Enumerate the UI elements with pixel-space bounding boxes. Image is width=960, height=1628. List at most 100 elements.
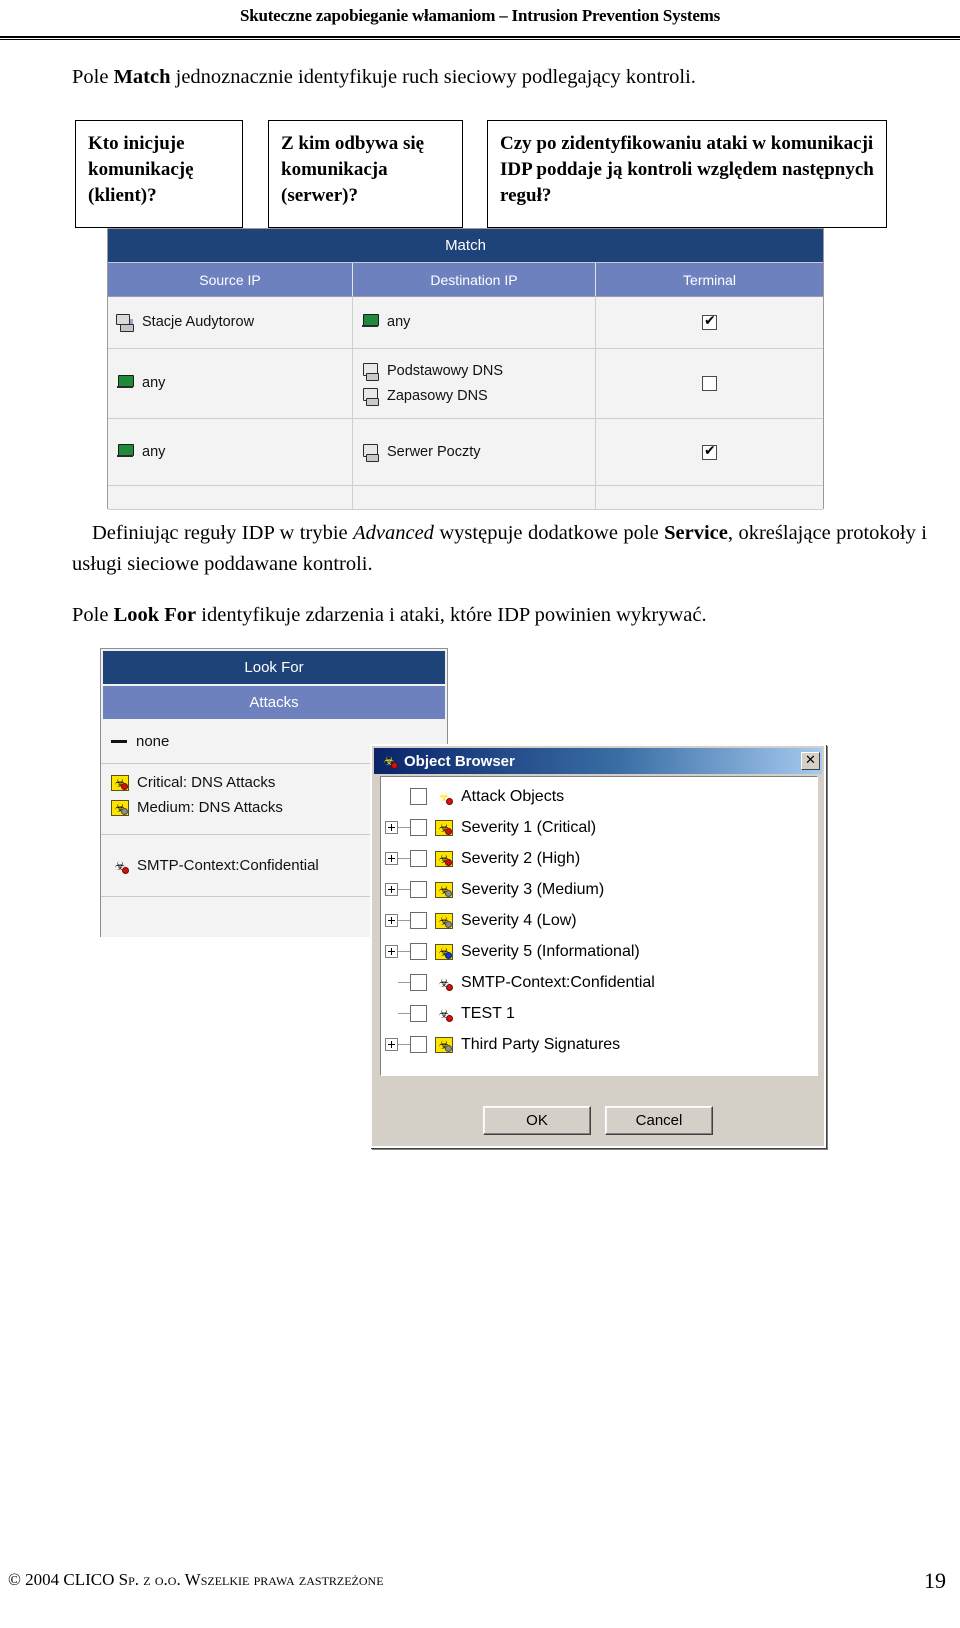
callout-text: Kto inicjuje komunikację (klient)? <box>88 133 194 206</box>
column-header-destination-ip[interactable]: Destination IP <box>353 263 596 297</box>
tree-checkbox[interactable] <box>410 974 427 991</box>
cancel-button[interactable]: Cancel <box>605 1105 713 1135</box>
entry-label: Stacje Audytorow <box>142 314 255 330</box>
callout-box-client: Kto inicjuje komunikację (klient)? <box>75 120 243 228</box>
cell-terminal-empty[interactable] <box>596 486 823 509</box>
expand-icon[interactable] <box>385 945 398 958</box>
entry-label: Serwer Poczty <box>387 443 481 460</box>
attack-object-icon: ☣ <box>111 858 129 874</box>
attack-severity-icon: ☣ <box>435 1036 453 1053</box>
paragraph-match-intro: Pole Match jednoznacznie identyfikuje ru… <box>72 62 902 93</box>
tree-line <box>398 858 410 859</box>
list-item: Zapasowy DNS <box>361 386 587 407</box>
paragraph-lookfor: Pole Look For identyfikuje zdarzenia i a… <box>72 600 927 631</box>
cell-terminal[interactable] <box>596 419 823 485</box>
tree-node-severity-2[interactable]: ☣ Severity 2 (High) <box>385 843 817 874</box>
tree-node-label: Severity 3 (Medium) <box>461 880 605 898</box>
table-row[interactable]: Stacje Audytorow any <box>108 297 823 349</box>
column-header-terminal[interactable]: Terminal <box>596 263 823 297</box>
text-italic-advanced: Advanced <box>353 522 434 544</box>
tree-line <box>398 889 410 890</box>
table-row[interactable]: any Serwer Poczty <box>108 419 823 486</box>
cell-terminal[interactable] <box>596 349 823 418</box>
tree-line <box>398 827 410 828</box>
column-header-source-ip[interactable]: Source IP <box>108 263 353 297</box>
table-row-empty[interactable] <box>108 486 823 510</box>
attack-objects-tree[interactable]: ☣ Attack Objects ☣ Severity 1 (Critical)… <box>380 776 818 1076</box>
cell-source-ip[interactable]: Stacje Audytorow <box>108 297 353 348</box>
tree-checkbox[interactable] <box>410 788 427 805</box>
tree-node-severity-5[interactable]: ☣ Severity 5 (Informational) <box>385 936 817 967</box>
tree-checkbox[interactable] <box>410 943 427 960</box>
list-item: any <box>116 373 344 394</box>
tree-checkbox[interactable] <box>410 1005 427 1022</box>
expand-icon[interactable] <box>385 883 398 896</box>
list-item: any <box>361 312 587 333</box>
list-item: any <box>116 442 344 463</box>
callout-text: Z kim odbywa się komunikacja (serwer)? <box>281 133 425 206</box>
network-icon <box>116 375 135 392</box>
cell-source-ip[interactable]: any <box>108 419 353 485</box>
tree-node-label: Severity 5 (Informational) <box>461 942 640 960</box>
cell-destination-ip[interactable]: any <box>353 297 596 348</box>
tree-line <box>398 951 410 952</box>
callout-box-server: Z kim odbywa się komunikacja (serwer)? <box>268 120 463 228</box>
terminal-checkbox[interactable] <box>702 442 717 460</box>
tree-node-label: Severity 4 (Low) <box>461 911 577 929</box>
cell-terminal[interactable] <box>596 297 823 348</box>
dialog-button-row: OK Cancel <box>372 1100 824 1140</box>
tree-checkbox[interactable] <box>410 881 427 898</box>
host-icon <box>361 387 380 406</box>
tree-checkbox[interactable] <box>410 912 427 929</box>
tree-node-severity-1[interactable]: ☣ Severity 1 (Critical) <box>385 812 817 843</box>
tree-node-test-1[interactable]: ☣ TEST 1 <box>385 998 817 1029</box>
look-for-subtitle-text: Attacks <box>249 694 299 711</box>
entry-label: Zapasowy DNS <box>387 387 488 404</box>
attack-severity-icon: ☣ <box>435 819 453 836</box>
cell-source-ip-empty[interactable] <box>108 486 353 509</box>
cell-destination-ip-empty[interactable] <box>353 486 596 509</box>
host-icon <box>361 443 380 462</box>
item-label: Critical: DNS Attacks <box>137 774 276 791</box>
network-icon <box>361 314 380 331</box>
close-icon[interactable]: ✕ <box>801 752 820 770</box>
cell-destination-ip[interactable]: Podstawowy DNS Zapasowy DNS <box>353 349 596 418</box>
dialog-title-bar[interactable]: ☣ Object Browser ✕ <box>374 748 822 774</box>
expand-icon[interactable] <box>385 914 398 927</box>
expand-icon[interactable] <box>385 821 398 834</box>
tree-node-severity-4[interactable]: ☣ Severity 4 (Low) <box>385 905 817 936</box>
list-item[interactable]: ☣ SMTP-Context:Confidential <box>111 853 319 878</box>
host-group-icon <box>116 314 135 332</box>
terminal-checkbox[interactable] <box>702 376 717 391</box>
ok-button[interactable]: OK <box>483 1105 591 1135</box>
expand-icon[interactable] <box>385 1038 398 1051</box>
text-pre: Pole <box>72 604 114 626</box>
look-for-title-bar: Look For <box>103 651 445 684</box>
attack-severity-icon: ☣ <box>111 774 129 791</box>
tree-checkbox[interactable] <box>410 850 427 867</box>
cell-destination-ip[interactable]: Serwer Poczty <box>353 419 596 485</box>
tree-node-severity-3[interactable]: ☣ Severity 3 (Medium) <box>385 874 817 905</box>
look-for-subtitle-bar[interactable]: Attacks <box>103 686 445 719</box>
tree-node-label: SMTP-Context:Confidential <box>461 973 655 991</box>
tree-node-third-party-signatures[interactable]: ☣ Third Party Signatures <box>385 1029 817 1060</box>
callout-text: Czy po zidentyfikowaniu ataki w komunika… <box>500 133 874 206</box>
text-mid: występuje dodatkowe pole <box>433 522 665 544</box>
expand-icon[interactable] <box>385 852 398 865</box>
tree-line <box>398 982 410 983</box>
tree-checkbox[interactable] <box>410 819 427 836</box>
attack-severity-icon: ☣ <box>435 943 453 960</box>
tree-node-attack-objects[interactable]: ☣ Attack Objects <box>385 781 817 812</box>
cell-source-ip[interactable]: any <box>108 349 353 418</box>
tree-checkbox[interactable] <box>410 1036 427 1053</box>
attack-severity-icon: ☣ <box>435 912 453 929</box>
object-browser-dialog: ☣ Object Browser ✕ ☣ Attack Objects ☣ Se… <box>370 744 826 1148</box>
tree-node-smtp-context-confidential[interactable]: ☣ SMTP-Context:Confidential <box>385 967 817 998</box>
text-post: identyfikuje zdarzenia i ataki, które ID… <box>196 604 707 626</box>
table-row[interactable]: any Podstawowy DNS Zapasowy DNS <box>108 349 823 419</box>
terminal-checkbox[interactable] <box>702 312 717 330</box>
look-for-title-text: Look For <box>244 659 304 676</box>
list-item[interactable]: none <box>111 729 169 754</box>
text-pre: Pole <box>72 66 114 88</box>
tree-line <box>398 1013 410 1014</box>
